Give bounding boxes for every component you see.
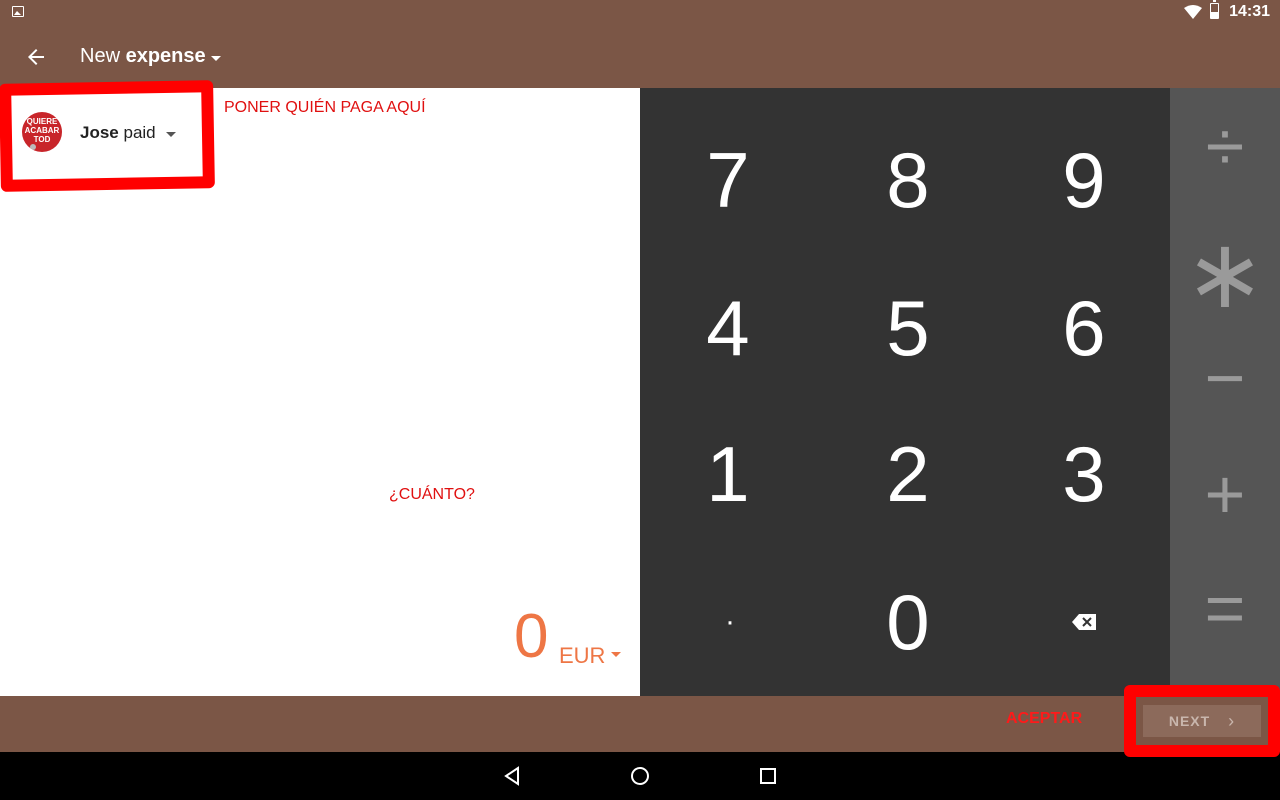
key-6[interactable]: 6 bbox=[996, 254, 1172, 402]
amount-value[interactable]: 0 bbox=[514, 604, 548, 670]
key-8[interactable]: 8 bbox=[820, 106, 996, 254]
backspace-icon bbox=[1072, 614, 1096, 630]
key-5[interactable]: 5 bbox=[820, 254, 996, 402]
gallery-notification-icon bbox=[12, 6, 24, 17]
title-dropdown-icon[interactable] bbox=[211, 56, 221, 61]
key-7[interactable]: 7 bbox=[640, 106, 816, 254]
battery-icon bbox=[1210, 0, 1219, 19]
system-nav-bar bbox=[0, 752, 1280, 800]
annotation-box-payer bbox=[0, 80, 215, 192]
annotation-how-much: ¿CUÁNTO? bbox=[389, 486, 475, 503]
title-bold: expense bbox=[125, 45, 206, 67]
currency-dropdown-icon[interactable] bbox=[611, 652, 621, 657]
nav-back-icon[interactable] bbox=[500, 764, 524, 788]
op-add[interactable]: + bbox=[1170, 436, 1280, 552]
key-9[interactable]: 9 bbox=[996, 106, 1172, 254]
nav-recents-icon[interactable] bbox=[756, 764, 780, 788]
key-2[interactable]: 2 bbox=[820, 400, 996, 548]
operator-column: ÷ ∗ − + = bbox=[1170, 88, 1280, 696]
title-prefix: New bbox=[80, 45, 121, 67]
nav-home-icon[interactable] bbox=[628, 764, 652, 788]
key-0[interactable]: 0 bbox=[820, 548, 996, 696]
key-3[interactable]: 3 bbox=[996, 400, 1172, 548]
page-title[interactable]: New expense bbox=[80, 45, 206, 68]
key-4[interactable]: 4 bbox=[640, 254, 816, 402]
status-clock: 14:31 bbox=[1229, 3, 1270, 20]
op-divide[interactable]: ÷ bbox=[1170, 88, 1280, 204]
annotation-who-pays: PONER QUIÉN PAGA AQUÍ bbox=[224, 99, 426, 116]
back-arrow-icon[interactable] bbox=[24, 45, 48, 69]
op-equals[interactable]: = bbox=[1170, 550, 1280, 666]
key-decimal[interactable]: · bbox=[642, 548, 818, 696]
op-subtract[interactable]: − bbox=[1170, 320, 1280, 436]
status-bar: 14:31 bbox=[0, 0, 1280, 24]
backspace-key[interactable] bbox=[996, 548, 1172, 696]
numeric-keypad: 7 8 9 4 5 6 1 2 3 · 0 bbox=[640, 88, 1170, 696]
op-multiply[interactable]: ∗ bbox=[1170, 204, 1280, 328]
bottom-action-bar bbox=[0, 696, 1280, 752]
key-1[interactable]: 1 bbox=[640, 400, 816, 548]
annotation-accept: ACEPTAR bbox=[1006, 710, 1083, 727]
app-bar: New expense bbox=[0, 24, 1280, 88]
wifi-icon bbox=[1184, 5, 1202, 19]
currency-selector[interactable]: EUR bbox=[559, 643, 605, 669]
annotation-box-next bbox=[1124, 685, 1280, 757]
